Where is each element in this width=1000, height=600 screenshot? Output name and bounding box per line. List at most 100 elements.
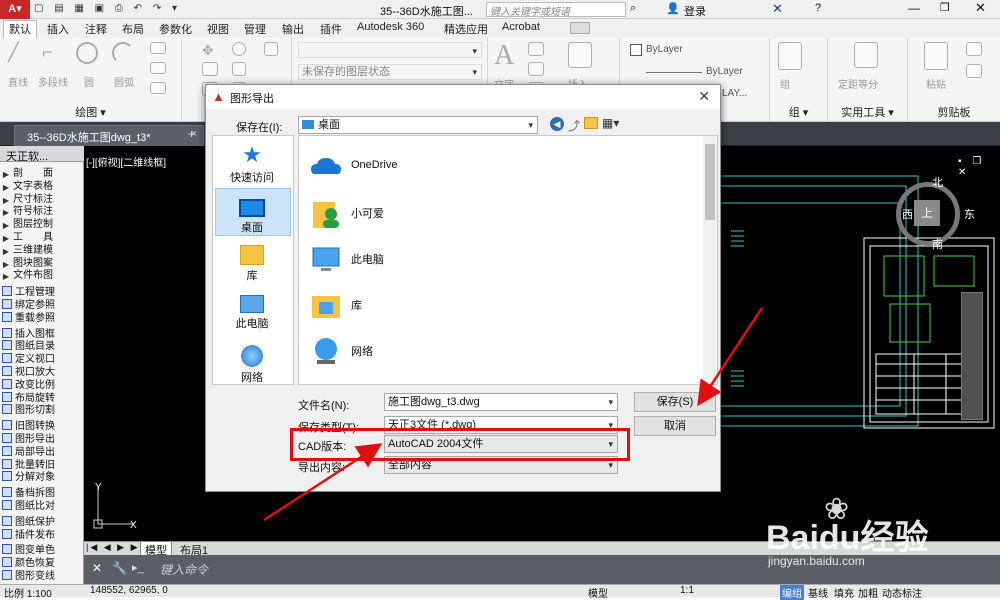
dialog-close-icon[interactable]: ✕ (698, 88, 710, 105)
filename-input[interactable]: 施工图dwg_t3.dwg ▾ (384, 393, 618, 411)
color-swatch[interactable] (630, 44, 642, 56)
polyline-icon[interactable]: ⌐ (42, 42, 64, 64)
palette-item[interactable]: 图纸比对 (2, 500, 55, 512)
line-icon[interactable]: ╱ (8, 42, 30, 64)
status-group-toggle[interactable]: 编组 (780, 585, 804, 600)
palette-item[interactable]: 颜色恢复 (2, 557, 55, 569)
palette-item[interactable]: ▶ 文件布图 (2, 270, 53, 282)
palette-item[interactable]: 图形切割 (2, 404, 55, 416)
circle-icon[interactable] (76, 42, 98, 64)
tab-manage[interactable]: 管理 (244, 21, 266, 37)
palette-item[interactable]: ▶ 图层控制 (2, 219, 53, 231)
cmd-close-icon[interactable]: ✕ (92, 561, 102, 575)
minimize-icon[interactable]: — (908, 1, 920, 15)
tab-layout[interactable]: 布局 (122, 21, 144, 37)
palette-item[interactable]: 改变比例 (2, 378, 55, 391)
tab-annotate[interactable]: 注释 (85, 21, 107, 37)
status-fill-toggle[interactable]: 填充 (834, 585, 854, 600)
file-item-user[interactable]: 小可爱 (307, 194, 697, 232)
viewcube-top-face[interactable]: 上 (914, 200, 940, 226)
palette-item[interactable]: 重载参照 (2, 311, 55, 324)
palette-item[interactable]: ▶ 尺寸标注 (2, 194, 53, 206)
cmd-prompt-icon[interactable]: ▸_ (132, 561, 144, 574)
palette-item[interactable]: ▶ 符号标注 (2, 206, 53, 218)
tab-plugins[interactable]: 插件 (320, 21, 342, 37)
palette-item[interactable]: 定义视口 (2, 353, 55, 365)
user-icon[interactable]: 👤 (666, 2, 680, 15)
back-icon[interactable]: ◀ (550, 117, 564, 131)
bylayer-linetype-text[interactable]: ByLayer (706, 66, 743, 77)
place-quick-access[interactable]: ★ 快速访问 (212, 143, 292, 185)
search-box[interactable]: 键入关键字或短语 (486, 2, 626, 18)
palette-item[interactable]: ▶ 工 具 (2, 232, 53, 244)
palette-item[interactable]: ▶ 剖 面 (2, 168, 53, 180)
status-bold-toggle[interactable]: 加粗 (858, 585, 878, 600)
insert-block-icon[interactable] (568, 42, 592, 68)
cut-clip-icon[interactable] (966, 64, 982, 78)
palette-item[interactable]: 布局旋转 (2, 391, 55, 404)
save-in-combo[interactable]: 桌面 ▾ (298, 116, 538, 134)
layout-nav-icons[interactable]: |◀ ◀ ▶ ▶| (86, 542, 144, 553)
palette-item[interactable]: 图形导出 (2, 433, 55, 445)
document-tab[interactable]: 35--36D水施工图dwg_t3* × (14, 125, 204, 146)
measure-icon[interactable] (854, 42, 878, 68)
new-folder-icon[interactable] (584, 117, 598, 129)
text-icon[interactable]: A (494, 40, 514, 72)
rectangle-icon[interactable] (150, 42, 166, 54)
bylayer-lineweight-text[interactable]: LAY... (722, 88, 747, 99)
palette-item[interactable]: 绑定参照 (2, 299, 55, 311)
palette-item[interactable]: 插件发布 (2, 528, 55, 541)
palette-item[interactable]: ▶ 图块图案 (2, 258, 53, 270)
group-icon[interactable] (778, 42, 802, 70)
panel-clipboard-title[interactable]: 剪贴板 (908, 104, 1000, 120)
panel-group-title[interactable]: 组 ▾ (770, 104, 827, 120)
palette-item[interactable]: 图纸保护 (2, 515, 55, 528)
cancel-button[interactable]: 取消 (634, 416, 716, 436)
scroll-thumb[interactable] (705, 144, 715, 220)
hatch-icon[interactable] (150, 62, 166, 74)
tab-default[interactable]: 默认 (9, 21, 31, 37)
login-link[interactable]: 登录 (684, 3, 706, 19)
bylayer-color-text[interactable]: ByLayer (646, 44, 683, 55)
mirror-icon[interactable] (232, 62, 246, 76)
place-library[interactable]: 库 (212, 245, 292, 283)
status-dyndim-toggle[interactable]: 动态标注 (882, 585, 922, 600)
file-item-library[interactable]: 库 (307, 286, 697, 324)
palette-item[interactable]: 批量转旧 (2, 458, 55, 471)
view-menu-icon[interactable]: ▦▾ (602, 116, 619, 130)
dimension-icon[interactable] (528, 42, 544, 56)
file-list-scrollbar[interactable] (703, 136, 717, 384)
tab-view[interactable]: 视图 (207, 21, 229, 37)
up-folder-icon[interactable]: ⤴ (568, 117, 580, 134)
palette-item[interactable]: 视口放大 (2, 366, 55, 378)
file-item-network[interactable]: 网络 (307, 332, 697, 370)
search-icon[interactable]: ⌕ (630, 2, 636, 15)
layer-state-combo[interactable]: 未保存的图层状态 ▾ (298, 64, 482, 80)
tab-output[interactable]: 输出 (282, 21, 304, 37)
quick-access-toolbar[interactable]: ▢ ▤ ▦ ▣ ⎙ ↶ ↷ ▾ (34, 3, 194, 16)
erase-icon[interactable] (264, 42, 278, 56)
tab-acrobat[interactable]: Acrobat (502, 21, 540, 33)
leader-icon[interactable] (528, 62, 544, 76)
search-input[interactable]: 键入关键字或短语 (487, 7, 570, 18)
file-item-onedrive[interactable]: OneDrive (307, 148, 697, 186)
command-input[interactable]: 键入命令 (160, 561, 208, 578)
file-item-this-pc[interactable]: 此电脑 (307, 240, 697, 278)
exchange-icon[interactable]: ✕ (772, 1, 783, 17)
place-network[interactable]: 网络 (212, 345, 292, 385)
model-status[interactable]: 模型 (588, 585, 608, 600)
palette-item[interactable]: 备档拆图 (2, 487, 55, 499)
palette-item[interactable]: 旧图转换 (2, 420, 55, 432)
copy-clip-icon[interactable] (966, 42, 982, 56)
region-icon[interactable] (150, 82, 166, 94)
panel-utilities-title[interactable]: 实用工具 ▾ (828, 104, 907, 120)
scale-status[interactable]: 比例 1:100 (4, 585, 52, 600)
close-icon[interactable]: ✕ (975, 0, 986, 16)
palette-item[interactable]: 插入图框 (2, 327, 55, 340)
navigation-bar[interactable] (961, 292, 983, 420)
save-button[interactable]: 保存(S) (634, 392, 716, 412)
paste-icon[interactable] (924, 42, 948, 70)
tab-parametric[interactable]: 参数化 (159, 21, 192, 37)
palette-item[interactable]: 工程管理 (2, 286, 55, 298)
arc-icon[interactable] (112, 42, 134, 64)
